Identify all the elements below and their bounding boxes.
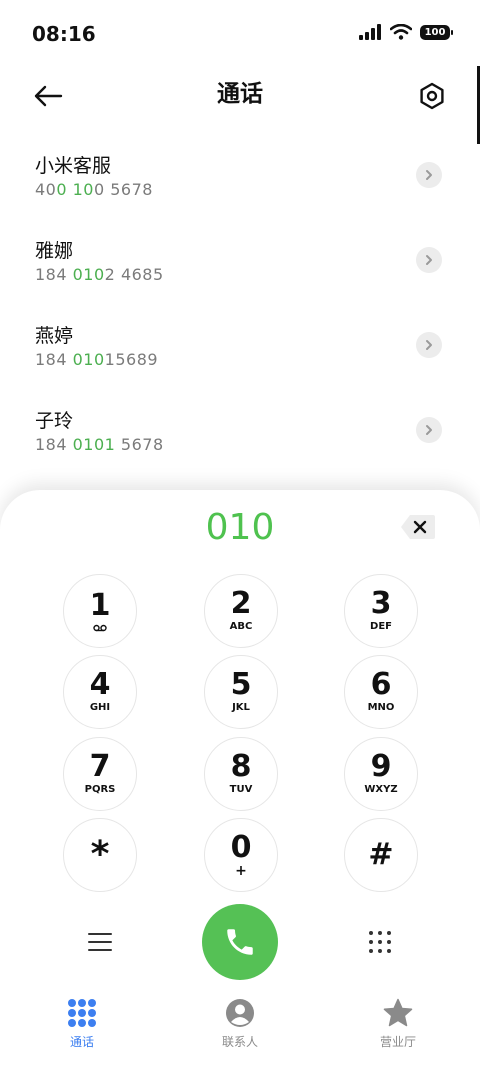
detail-button[interactable] bbox=[416, 417, 442, 443]
detail-button[interactable] bbox=[416, 332, 442, 358]
key-6[interactable]: 6 MNO bbox=[344, 655, 418, 729]
key-9[interactable]: 9 WXYZ bbox=[344, 737, 418, 811]
result-item[interactable]: 子玲 184 0101 5678 bbox=[0, 391, 480, 476]
search-results-list: 小米客服 400 100 5678 雅娜 184 0102 4685 燕婷 18… bbox=[0, 136, 480, 476]
result-item[interactable]: 燕婷 184 01015689 bbox=[0, 306, 480, 391]
call-button[interactable] bbox=[202, 904, 278, 980]
key-2[interactable]: 2 ABC bbox=[204, 574, 278, 648]
result-item[interactable]: 雅娜 184 0102 4685 bbox=[0, 221, 480, 306]
menu-button[interactable] bbox=[80, 922, 120, 962]
key-7[interactable]: 7 PQRS bbox=[63, 737, 137, 811]
tab-label: 通话 bbox=[69, 1035, 94, 1049]
chevron-right-icon bbox=[426, 340, 432, 350]
detail-button[interactable] bbox=[416, 247, 442, 273]
contact-number: 184 0101 5678 bbox=[35, 435, 164, 454]
dialpad-toggle-button[interactable] bbox=[360, 922, 400, 962]
tab-label: 营业厅 bbox=[379, 1035, 416, 1049]
result-item[interactable]: 小米客服 400 100 5678 bbox=[0, 136, 480, 221]
key-0[interactable]: 0 + bbox=[204, 818, 278, 892]
key-3[interactable]: 3 DEF bbox=[344, 574, 418, 648]
chevron-right-icon bbox=[426, 255, 432, 265]
status-icons: 100 bbox=[358, 24, 453, 40]
tab-contacts[interactable]: 联系人 bbox=[180, 998, 300, 1050]
contact-name: 子玲 bbox=[35, 410, 74, 432]
detail-button[interactable] bbox=[416, 162, 442, 188]
menu-icon bbox=[88, 933, 112, 951]
key-hash[interactable]: # bbox=[344, 818, 418, 892]
bottom-tab-bar: 通话 联系人 营业厅 bbox=[0, 990, 480, 1067]
settings-button[interactable] bbox=[414, 78, 450, 114]
contact-number: 184 0102 4685 bbox=[35, 265, 164, 284]
key-star[interactable]: * bbox=[63, 818, 137, 892]
voicemail-icon bbox=[93, 624, 107, 631]
wifi-icon bbox=[390, 24, 412, 40]
header: 通话 bbox=[0, 66, 480, 126]
key-5[interactable]: 5 JKL bbox=[204, 655, 278, 729]
dialpad-panel: 010 1 2 ABC 3 DEF 4 GHI 5 JKL 6 MNO 7 PQRS 8 TU… bbox=[0, 490, 480, 1067]
dots-grid-icon bbox=[68, 999, 96, 1027]
status-bar: 08:16 100 bbox=[0, 0, 480, 66]
person-icon bbox=[226, 999, 254, 1027]
contact-name: 雅娜 bbox=[35, 240, 74, 262]
phone-icon bbox=[227, 929, 253, 955]
status-time: 08:16 bbox=[32, 22, 96, 46]
key-4[interactable]: 4 GHI bbox=[63, 655, 137, 729]
page-title: 通话 bbox=[217, 81, 263, 107]
tab-service-hall[interactable]: 营业厅 bbox=[338, 998, 458, 1050]
contact-name: 燕婷 bbox=[35, 325, 74, 347]
contact-name: 小米客服 bbox=[35, 155, 112, 177]
key-8[interactable]: 8 TUV bbox=[204, 737, 278, 811]
hexagon-settings-icon bbox=[420, 82, 444, 110]
battery-level: 100 bbox=[424, 26, 446, 38]
tab-calls[interactable]: 通话 bbox=[22, 998, 142, 1050]
chevron-right-icon bbox=[426, 170, 432, 180]
chevron-right-icon bbox=[426, 425, 432, 435]
tab-label: 联系人 bbox=[221, 1035, 258, 1049]
keypad-icon bbox=[369, 931, 391, 953]
contact-number: 400 100 5678 bbox=[35, 180, 153, 199]
contact-number: 184 01015689 bbox=[35, 350, 159, 369]
signal-icon bbox=[359, 24, 381, 40]
key-1[interactable]: 1 bbox=[63, 574, 137, 648]
star-icon bbox=[383, 998, 413, 1027]
delete-button[interactable] bbox=[400, 512, 436, 542]
battery-icon: 100 bbox=[420, 24, 453, 40]
backspace-icon bbox=[401, 515, 435, 539]
